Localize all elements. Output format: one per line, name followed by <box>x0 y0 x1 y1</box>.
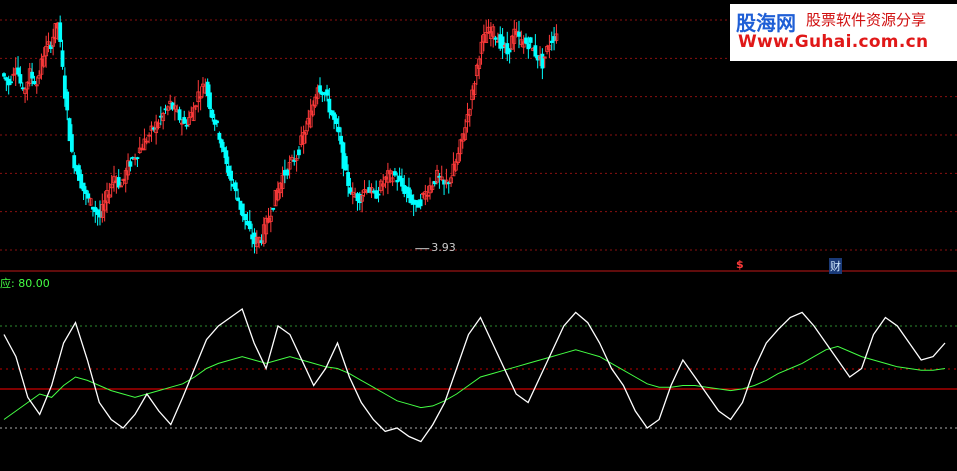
candle-down <box>247 221 252 230</box>
candle-down <box>233 182 238 192</box>
candle-down <box>182 117 187 124</box>
indicator-header-label: 应: 80.00 <box>0 277 50 290</box>
candle-down <box>526 43 531 50</box>
candle-down <box>325 89 329 96</box>
candle-down <box>297 149 301 156</box>
candle-down <box>208 92 212 110</box>
candle-down <box>2 73 6 77</box>
indicator-fast-line <box>3 307 946 443</box>
candle-down <box>84 189 88 194</box>
watermark-tagline: 股票软件资源分享 <box>806 11 927 29</box>
candle-down <box>517 31 521 37</box>
indicator-slow-line <box>3 345 946 420</box>
candle-down <box>236 197 240 201</box>
candle-down <box>418 199 423 207</box>
candle-down <box>16 67 20 75</box>
candle-down <box>219 139 224 148</box>
candle-down <box>69 134 74 152</box>
indicator-panel-gridlines <box>0 325 957 429</box>
candle-down <box>528 37 533 43</box>
candle-down <box>217 132 222 140</box>
candle-down <box>30 71 34 79</box>
candle-down <box>493 37 498 40</box>
candle-down <box>86 193 91 199</box>
candle-down <box>81 182 86 192</box>
candle-down <box>135 157 140 159</box>
candle-down <box>400 178 404 187</box>
candle-down <box>58 22 63 42</box>
candle-down <box>210 109 215 119</box>
candle-down <box>243 213 248 221</box>
candle-down <box>533 45 538 57</box>
candle-down <box>393 171 397 176</box>
candle-down <box>128 161 133 167</box>
candle-down <box>20 87 25 90</box>
event-marker-dollar[interactable]: $ <box>736 258 744 271</box>
candle-down <box>540 53 545 69</box>
candle-down <box>285 169 290 176</box>
candle-down <box>271 207 276 210</box>
watermark-logo: 股海网 股票软件资源分享 Www.Guhai.com.cn <box>730 4 957 61</box>
candle-down <box>72 155 77 169</box>
candle-down <box>18 74 23 84</box>
candle-down <box>224 150 229 165</box>
event-marker-finance[interactable]: 财 <box>829 258 842 274</box>
candle-down <box>343 156 348 171</box>
candle-down <box>549 40 554 43</box>
candle-down <box>395 180 400 183</box>
candle-down <box>318 85 322 93</box>
price-low-label: 3.93 <box>431 240 456 254</box>
stock-chart <box>0 15 957 443</box>
candle-down <box>9 81 13 84</box>
candle-down <box>376 193 381 196</box>
candle-down <box>215 120 219 124</box>
candle-down <box>327 98 332 113</box>
candle-down <box>177 109 182 121</box>
candle-down <box>524 37 528 44</box>
candle-down <box>346 172 350 186</box>
candle-down <box>334 118 339 124</box>
candle-down <box>184 124 189 127</box>
candle-down <box>65 91 70 111</box>
watermark-url: Www.Guhai.com.cn <box>738 32 929 52</box>
candle-down <box>229 170 233 181</box>
candle-down <box>336 126 341 133</box>
candle-down <box>60 50 65 67</box>
candle-down <box>32 80 37 85</box>
